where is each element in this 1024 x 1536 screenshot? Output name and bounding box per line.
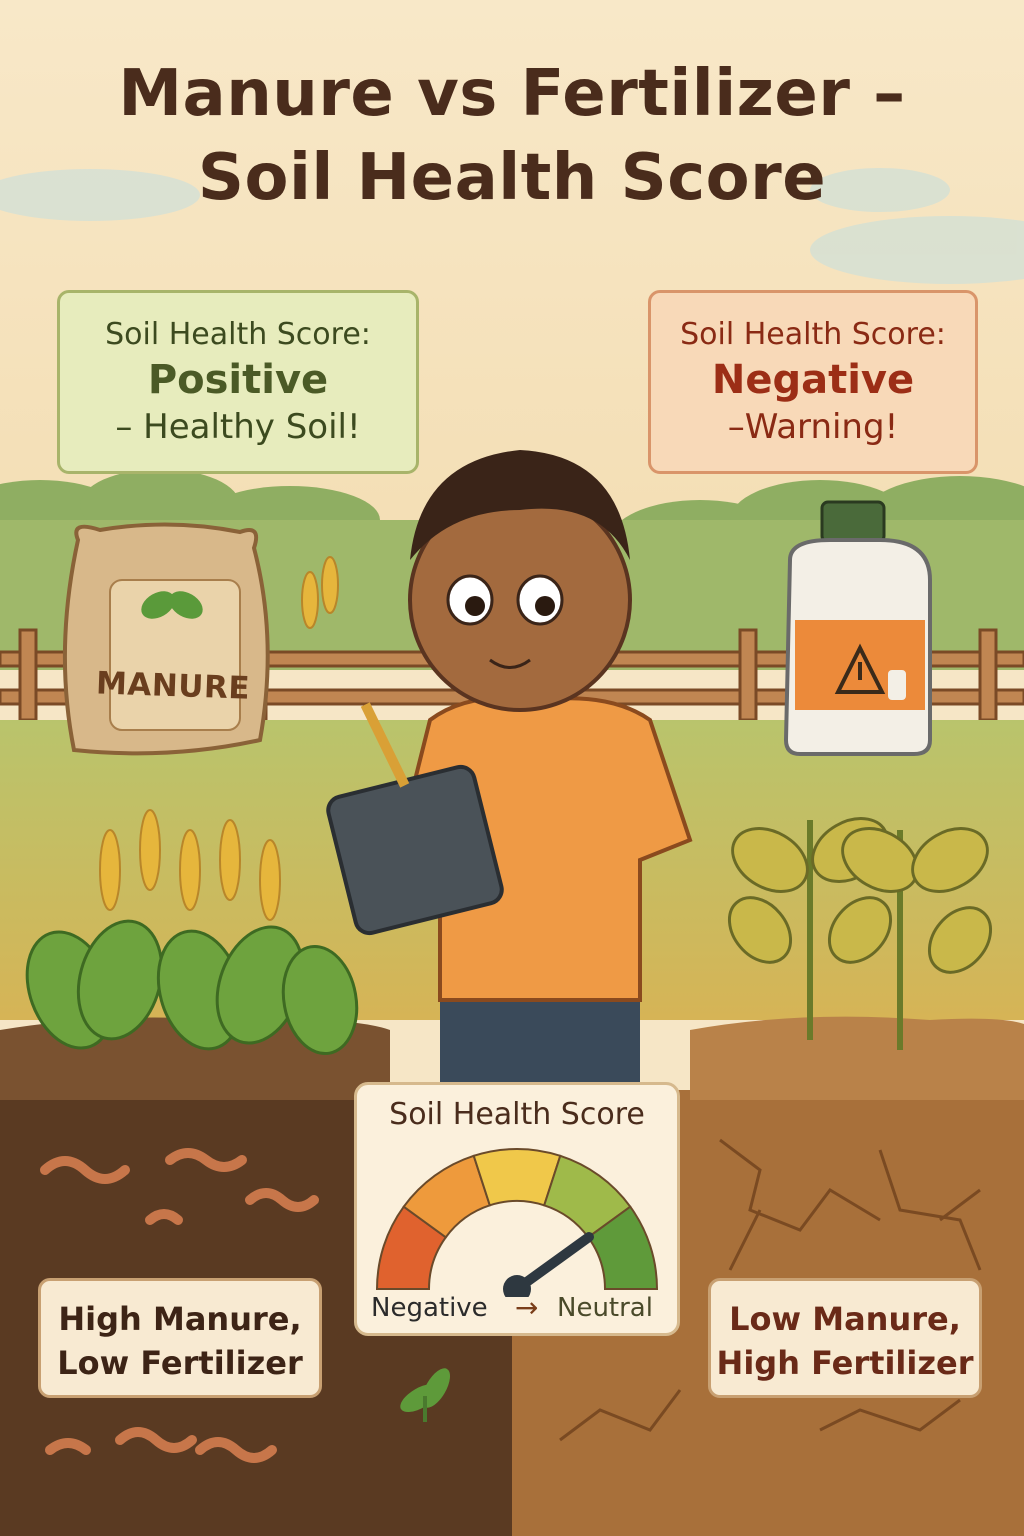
card-heading: Soil Health Score: — [680, 317, 946, 352]
spray-bottle-icon — [888, 670, 906, 700]
infographic-scene: Manure vs Fertilizer – Soil Health Score… — [0, 0, 1024, 1536]
label-line-2: Low Fertilizer — [57, 1344, 303, 1382]
positive-score-card: Soil Health Score: Positive – Healthy So… — [57, 290, 419, 474]
label-line-2: High Fertilizer — [716, 1344, 974, 1382]
label-line-1: Low Manure, — [729, 1300, 961, 1338]
negative-score-card: Soil Health Score: Negative –Warning! — [648, 290, 978, 474]
title-line-2: Soil Health Score — [197, 141, 827, 215]
manure-bag-label: MANURE — [95, 665, 251, 707]
low-manure-label: Low Manure, High Fertilizer — [708, 1278, 982, 1398]
manure-bag — [62, 522, 270, 756]
page-title: Manure vs Fertilizer – Soil Health Score — [0, 52, 1024, 220]
high-manure-label: High Manure, Low Fertilizer — [38, 1278, 322, 1398]
score-value: Negative — [711, 357, 915, 403]
label-line-1: High Manure, — [58, 1300, 302, 1338]
gauge-dial — [375, 1148, 659, 1297]
gauge-title: Soil Health Score — [389, 1097, 645, 1132]
gauge-arrow: → — [515, 1291, 539, 1324]
soil-health-gauge: Soil Health Score Negative → Neutral — [354, 1082, 680, 1336]
gauge-label-negative: Negative — [371, 1293, 488, 1323]
score-value: Positive — [147, 357, 329, 403]
score-note: – Healthy Soil! — [115, 407, 361, 447]
gauge-label-neutral: Neutral — [557, 1293, 653, 1323]
gauge-segments — [375, 1148, 659, 1290]
title-line-1: Manure vs Fertilizer – — [118, 57, 906, 131]
score-note: –Warning! — [727, 407, 899, 447]
card-heading: Soil Health Score: — [105, 317, 371, 352]
